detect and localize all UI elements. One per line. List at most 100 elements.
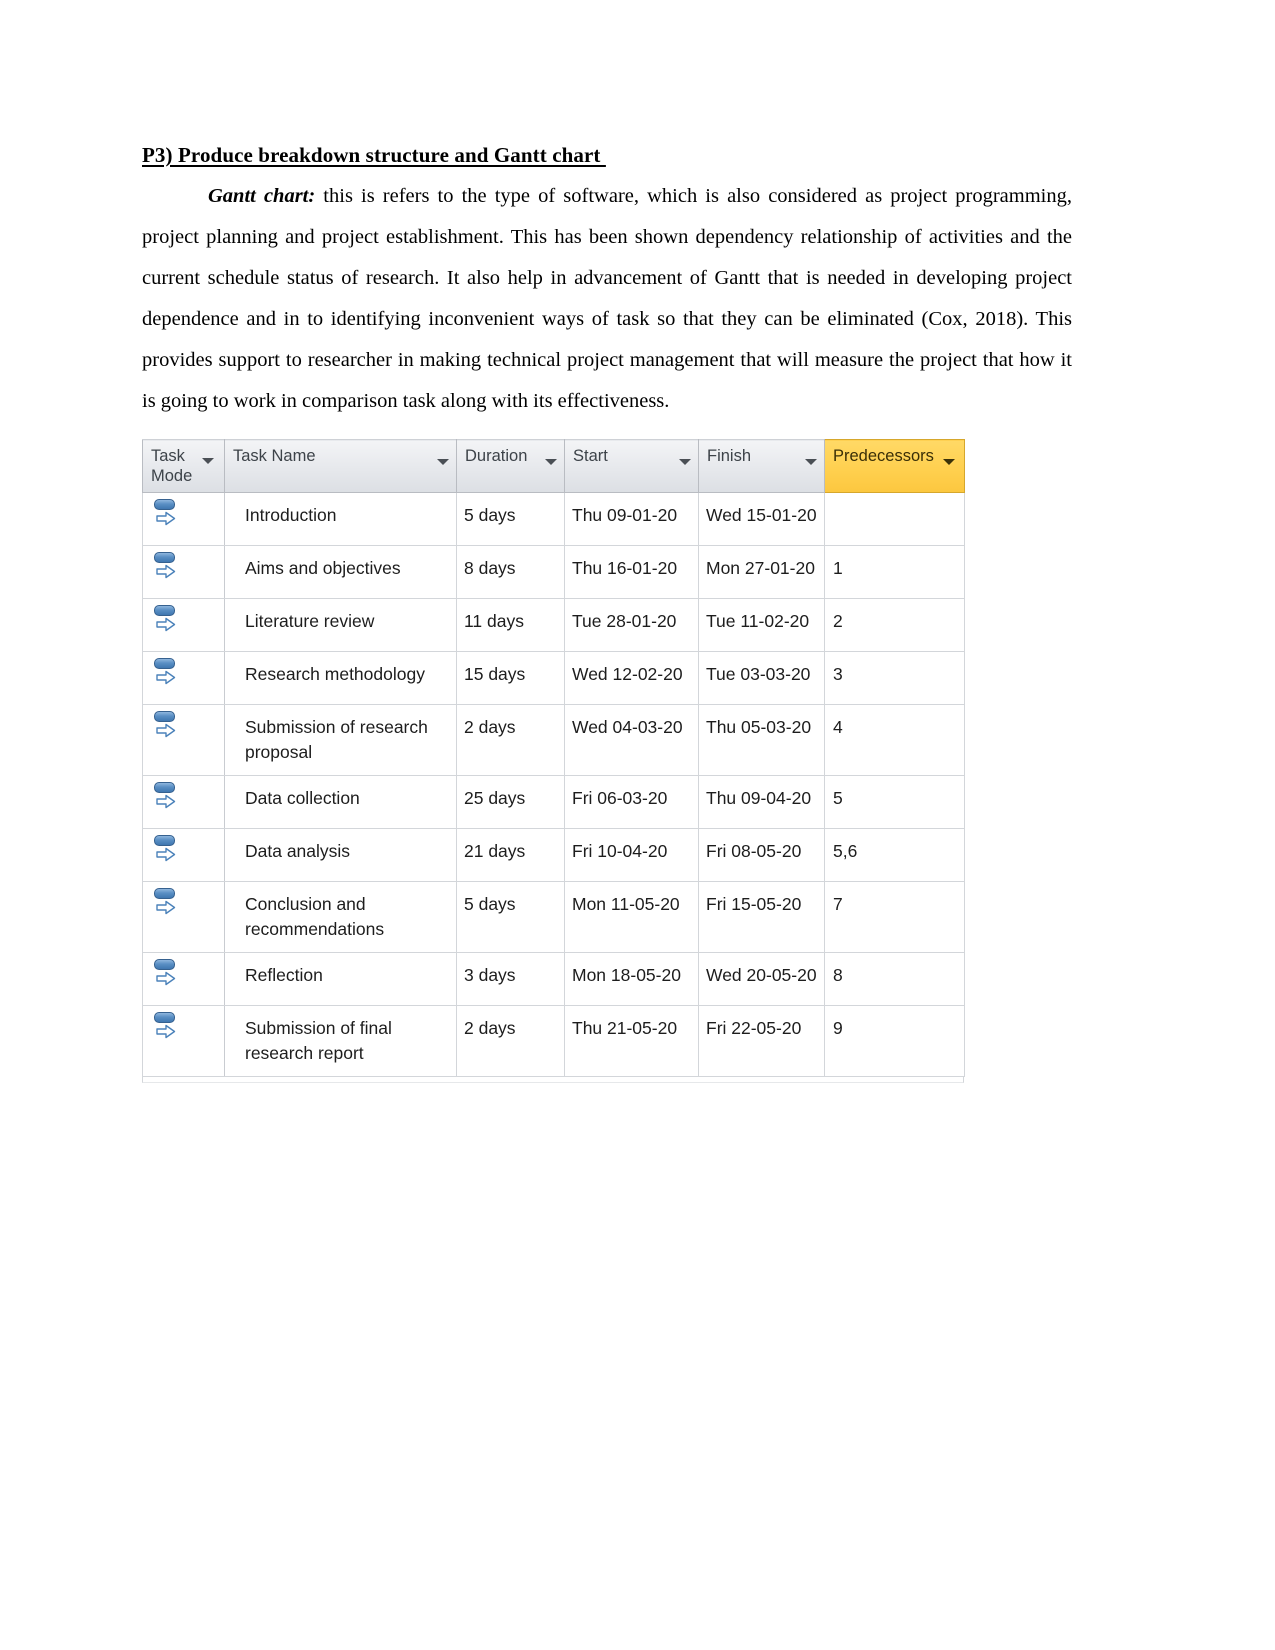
cell-task-name[interactable]: Conclusion and recommendations [224, 881, 457, 953]
cell-task-mode[interactable] [142, 828, 225, 882]
cell-task-mode[interactable] [142, 775, 225, 829]
cell-duration[interactable]: 11 days [456, 598, 565, 652]
column-header-task-mode-line1: Task [151, 447, 185, 465]
table-body: Introduction 5 days Thu 09-01-20 Wed 15-01-… [142, 492, 965, 1077]
cell-finish[interactable]: Wed 15-01-20 [698, 492, 825, 546]
cell-task-mode[interactable] [142, 598, 225, 652]
cell-start[interactable]: Tue 28-01-20 [564, 598, 699, 652]
document-page: P3) Produce breakdown structure and Gant… [0, 0, 1275, 1650]
table-row[interactable]: Research methodology 15 days Wed 12-02-20 T… [142, 651, 965, 705]
cell-start[interactable]: Thu 16-01-20 [564, 545, 699, 599]
cell-task-name[interactable]: Submission of research proposal [224, 704, 457, 776]
cell-duration[interactable]: 8 days [456, 545, 565, 599]
cell-duration[interactable]: 15 days [456, 651, 565, 705]
table-row[interactable]: Reflection 3 days Mon 18-05-20 Wed 20-05-20… [142, 952, 965, 1006]
cell-predecessors[interactable]: 8 [824, 952, 965, 1006]
cell-task-name[interactable]: Aims and objectives [224, 545, 457, 599]
column-header-predecessors[interactable]: Predecessors [824, 439, 965, 493]
filter-dropdown-icon-task-mode[interactable] [202, 458, 214, 464]
cell-finish[interactable]: Tue 11-02-20 [698, 598, 825, 652]
cell-start[interactable]: Wed 12-02-20 [564, 651, 699, 705]
cell-finish[interactable]: Tue 03-03-20 [698, 651, 825, 705]
column-header-finish[interactable]: Finish [698, 439, 825, 493]
cell-finish[interactable]: Mon 27-01-20 [698, 545, 825, 599]
table-row[interactable]: Submission of research proposal 2 days Wed… [142, 704, 965, 776]
cell-duration[interactable]: 2 days [456, 704, 565, 776]
cell-predecessors[interactable]: 5,6 [824, 828, 965, 882]
cell-duration[interactable]: 25 days [456, 775, 565, 829]
cell-task-name[interactable]: Literature review [224, 598, 457, 652]
cell-task-mode[interactable] [142, 952, 225, 1006]
cell-finish[interactable]: Fri 22-05-20 [698, 1005, 825, 1077]
page-title: P3) Produce breakdown structure and Gant… [142, 143, 606, 167]
cell-predecessors[interactable]: 7 [824, 881, 965, 953]
cell-start[interactable]: Fri 10-04-20 [564, 828, 699, 882]
column-header-task-mode[interactable]: Task Mode [142, 439, 225, 493]
cell-task-mode[interactable] [142, 1005, 225, 1077]
cell-task-name[interactable]: Reflection [224, 952, 457, 1006]
gantt-task-table: Task Mode Task Name Duration Start Finis… [142, 439, 965, 1077]
cell-finish[interactable]: Fri 15-05-20 [698, 881, 825, 953]
filter-dropdown-icon-task-name[interactable] [437, 459, 449, 465]
cell-start[interactable]: Thu 21-05-20 [564, 1005, 699, 1077]
cell-task-name[interactable]: Submission of final research report [224, 1005, 457, 1077]
cell-duration[interactable]: 2 days [456, 1005, 565, 1077]
cell-predecessors[interactable]: 1 [824, 545, 965, 599]
cell-predecessors[interactable]: 2 [824, 598, 965, 652]
column-header-task-name-label: Task Name [233, 447, 316, 465]
table-row[interactable]: Data analysis 21 days Fri 10-04-20 Fri 08-0… [142, 828, 965, 882]
table-header-row: Task Mode Task Name Duration Start Finis… [142, 439, 965, 493]
cell-task-name[interactable]: Research methodology [224, 651, 457, 705]
table-row[interactable]: Introduction 5 days Thu 09-01-20 Wed 15-01-… [142, 492, 965, 546]
cell-predecessors[interactable]: 4 [824, 704, 965, 776]
cell-task-name[interactable]: Data analysis [224, 828, 457, 882]
cell-task-mode[interactable] [142, 651, 225, 705]
paragraph-lead-term: Gantt chart: [208, 185, 316, 207]
filter-dropdown-icon-duration[interactable] [545, 459, 557, 465]
cell-duration[interactable]: 5 days [456, 492, 565, 546]
cell-task-name[interactable]: Data collection [224, 775, 457, 829]
column-header-task-name[interactable]: Task Name [224, 439, 457, 493]
auto-scheduled-icon [153, 552, 179, 582]
cell-predecessors[interactable]: 9 [824, 1005, 965, 1077]
cell-task-mode[interactable] [142, 704, 225, 776]
column-header-start[interactable]: Start [564, 439, 699, 493]
table-row[interactable]: Aims and objectives 8 days Thu 16-01-20 Mon… [142, 545, 965, 599]
cell-finish[interactable]: Fri 08-05-20 [698, 828, 825, 882]
cell-predecessors[interactable]: 5 [824, 775, 965, 829]
table-row[interactable]: Data collection 25 days Fri 06-03-20 Thu 09… [142, 775, 965, 829]
table-row[interactable]: Submission of final research report 2 day… [142, 1005, 965, 1077]
cell-task-mode[interactable] [142, 492, 225, 546]
cell-task-mode[interactable] [142, 881, 225, 953]
cell-task-name[interactable]: Introduction [224, 492, 457, 546]
cell-predecessors[interactable]: 3 [824, 651, 965, 705]
column-header-task-mode-line2: Mode [151, 467, 193, 485]
cell-duration[interactable]: 21 days [456, 828, 565, 882]
gantt-task-table-container: Task Mode Task Name Duration Start Finis… [142, 439, 965, 1083]
auto-scheduled-icon [153, 959, 179, 989]
table-header: Task Mode Task Name Duration Start Finis… [142, 439, 965, 493]
table-row[interactable]: Conclusion and recommendations 5 days Mon … [142, 881, 965, 953]
auto-scheduled-icon [153, 1012, 179, 1042]
filter-dropdown-icon-predecessors[interactable] [943, 459, 955, 465]
filter-dropdown-icon-start[interactable] [679, 459, 691, 465]
table-bottom-clipped-row [142, 1077, 964, 1083]
paragraph-body-text: this is refers to the type of software, … [142, 185, 1072, 412]
cell-finish[interactable]: Thu 09-04-20 [698, 775, 825, 829]
cell-duration[interactable]: 5 days [456, 881, 565, 953]
cell-finish[interactable]: Wed 20-05-20 [698, 952, 825, 1006]
cell-start[interactable]: Wed 04-03-20 [564, 704, 699, 776]
cell-task-mode[interactable] [142, 545, 225, 599]
cell-start[interactable]: Mon 11-05-20 [564, 881, 699, 953]
auto-scheduled-icon [153, 835, 179, 865]
cell-duration[interactable]: 3 days [456, 952, 565, 1006]
auto-scheduled-icon [153, 711, 179, 741]
filter-dropdown-icon-finish[interactable] [805, 459, 817, 465]
cell-start[interactable]: Thu 09-01-20 [564, 492, 699, 546]
column-header-duration[interactable]: Duration [456, 439, 565, 493]
table-row[interactable]: Literature review 11 days Tue 28-01-20 Tue … [142, 598, 965, 652]
cell-predecessors[interactable] [824, 492, 965, 546]
cell-start[interactable]: Mon 18-05-20 [564, 952, 699, 1006]
cell-start[interactable]: Fri 06-03-20 [564, 775, 699, 829]
cell-finish[interactable]: Thu 05-03-20 [698, 704, 825, 776]
